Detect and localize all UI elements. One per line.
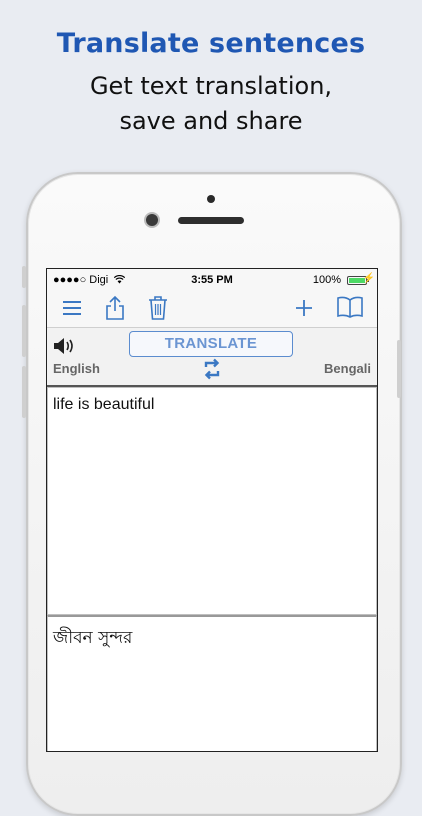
dictionary-icon[interactable] — [337, 296, 363, 318]
phone-speaker — [178, 217, 244, 224]
phone-sensor — [207, 195, 215, 203]
swap-languages-icon[interactable] — [202, 358, 222, 380]
output-text-area[interactable]: জীবন সুন্দর — [47, 615, 377, 751]
output-text[interactable]: জীবন সুন্দর — [53, 625, 132, 653]
target-language[interactable]: Bengali — [324, 361, 371, 376]
phone-front-camera — [146, 214, 158, 226]
app-screen: ●●●●○ Digi 3:55 PM 100% ⚡ TRANSLATE Engl… — [46, 268, 378, 752]
trash-icon[interactable] — [148, 295, 168, 321]
top-toolbar — [47, 291, 377, 328]
status-bar: ●●●●○ Digi 3:55 PM 100% ⚡ — [47, 269, 377, 291]
input-text-area[interactable]: life is beautiful — [47, 387, 377, 615]
promo-subline-1: Get text translation, — [89, 72, 333, 100]
phone-side-button-vol-up — [22, 305, 26, 357]
promo-headline: Translate sentences — [56, 28, 366, 59]
promo-subline-2: save and share — [119, 107, 303, 135]
translate-button[interactable]: TRANSLATE — [129, 331, 293, 357]
translate-bar: TRANSLATE English Bengali — [47, 328, 377, 387]
charging-icon: ⚡ — [362, 273, 375, 284]
speaker-icon[interactable] — [53, 337, 77, 355]
source-language[interactable]: English — [53, 361, 100, 376]
phone-side-button-mute — [22, 266, 26, 288]
phone-side-button-vol-down — [22, 366, 26, 418]
phone-power-button — [397, 340, 401, 398]
input-text[interactable]: life is beautiful — [53, 396, 154, 414]
battery-percent: 100% — [312, 274, 341, 286]
share-icon[interactable] — [105, 295, 125, 321]
menu-icon[interactable] — [63, 301, 81, 315]
add-icon[interactable] — [295, 299, 313, 317]
